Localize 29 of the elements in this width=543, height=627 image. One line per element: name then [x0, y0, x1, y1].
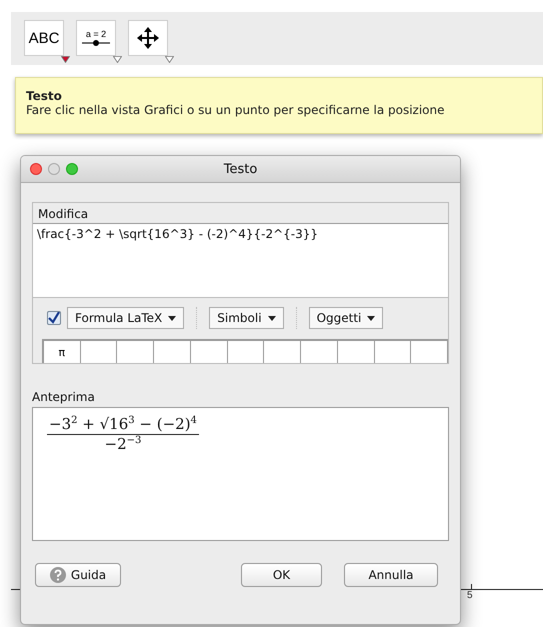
minimize-button[interactable]	[48, 163, 60, 175]
tool-label: a = 2	[86, 29, 106, 39]
formula-preview: −3$^{2}$ + √16$^{3}$ − (−2)$^{4}$ −2$^{−3}$	[47, 415, 199, 453]
caret-icon	[268, 316, 276, 320]
tooltip-title: Testo	[26, 89, 63, 103]
section-label: Modifica	[37, 206, 90, 223]
caret-icon	[168, 316, 176, 320]
tool-button[interactable]	[128, 20, 168, 56]
slider-icon	[82, 39, 110, 47]
ok-button[interactable]: OK	[241, 563, 322, 587]
cancel-button[interactable]: Annulla	[344, 563, 438, 587]
section-label: Anteprima	[32, 390, 96, 404]
axis-tick-label: 5	[467, 590, 473, 601]
help-button[interactable]: Guida	[35, 563, 121, 587]
window-title: Testo	[224, 162, 258, 176]
input-field[interactable]: \frac{-3^2 + \sqrt{16^3} - (-2)^4}{-2^{-3}}	[33, 223, 448, 298]
close-button[interactable]	[30, 163, 42, 175]
tool-button[interactable]: a = 2	[76, 20, 116, 56]
tooltip-text: Fare clic nella vista Grafici o su un punto per specificarne la posizione	[26, 103, 446, 117]
move-arrows-icon	[136, 26, 160, 50]
latex-checkbox[interactable]	[47, 311, 61, 325]
tool-button[interactable]: ABC	[24, 20, 64, 56]
caret-icon	[367, 316, 376, 320]
dropdown-button[interactable]: Formula LaTeX	[67, 307, 184, 329]
help-icon	[50, 567, 66, 583]
zoom-button[interactable]	[66, 163, 78, 175]
dropdown-button[interactable]: Oggetti	[308, 307, 384, 329]
tool-label: ABC	[28, 30, 60, 46]
dropdown-button[interactable]: Simboli	[209, 307, 284, 329]
